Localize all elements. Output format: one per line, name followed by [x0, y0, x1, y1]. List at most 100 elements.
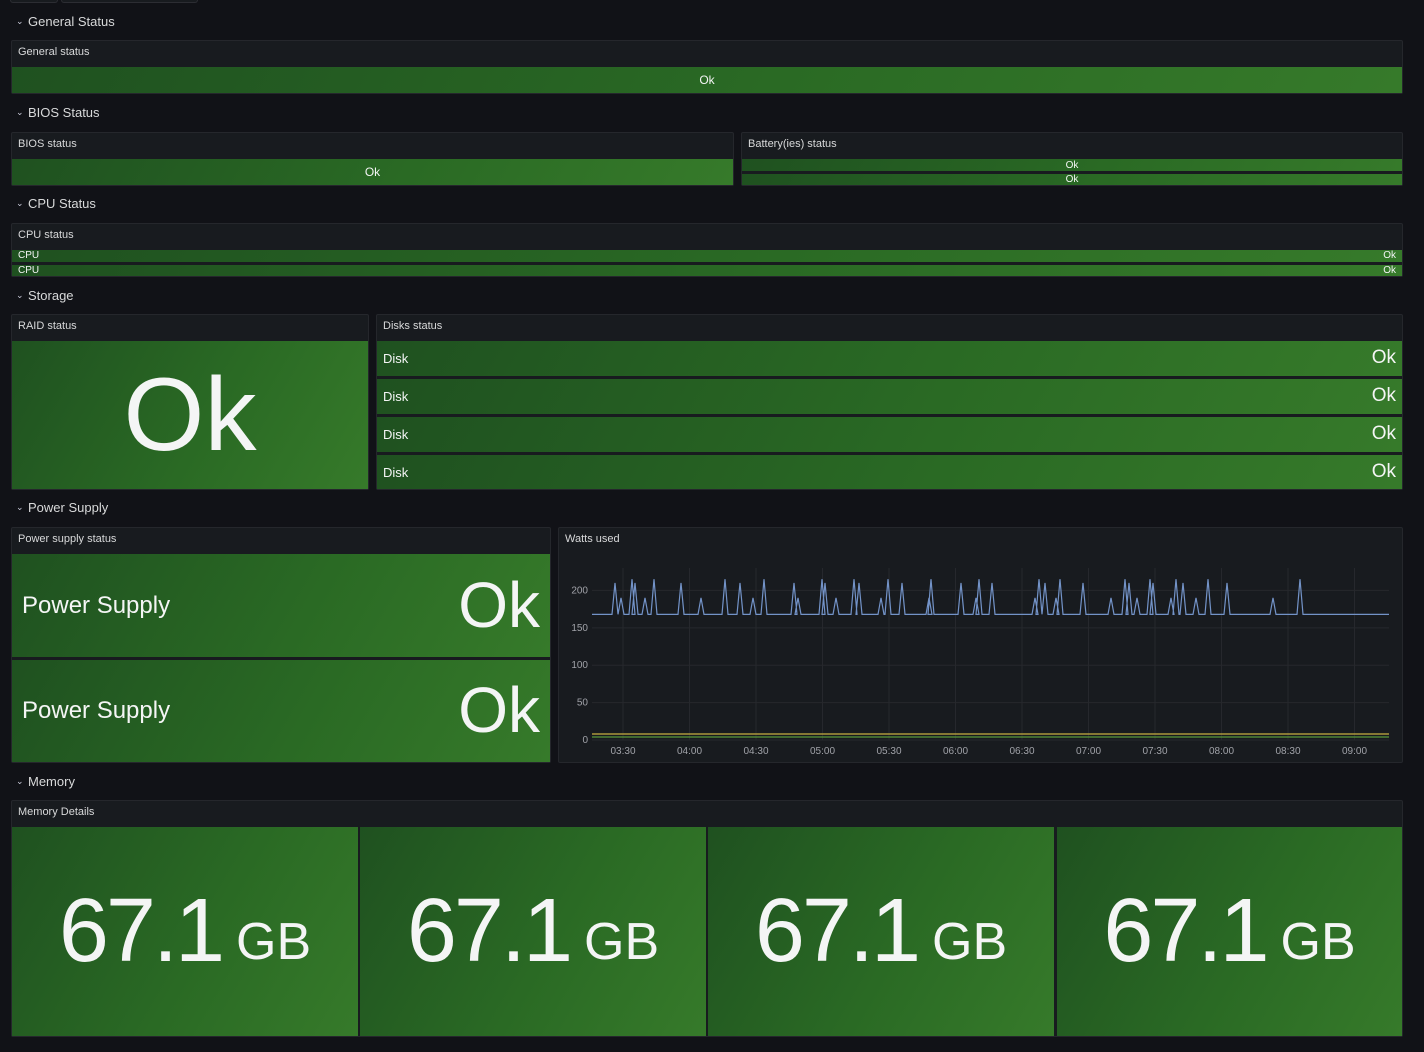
x-tick-label: 04:00 [677, 746, 702, 757]
cpu-value: Ok [1383, 265, 1396, 276]
disk-status-item: Disk Ok [377, 379, 1402, 414]
y-tick-label: 0 [582, 735, 588, 746]
row-cpu-status[interactable]: ⌄ CPU Status [16, 196, 96, 211]
power-supply-label: Power Supply [22, 592, 171, 619]
battery-status-value: Ok [742, 174, 1402, 185]
memory-item: 67.1 GB [1057, 827, 1402, 1036]
panel-title: RAID status [18, 320, 77, 332]
chevron-down-icon: ⌄ [16, 502, 24, 512]
raid-status-value: Ok [12, 341, 368, 489]
cpu-label: CPU [18, 250, 40, 261]
power-supply-value: Ok [458, 674, 540, 746]
disk-value: Ok [1371, 385, 1396, 406]
status-value: Ok [12, 67, 1402, 93]
disk-value: Ok [1371, 347, 1396, 368]
y-tick-label: 150 [571, 623, 588, 634]
chevron-down-icon: ⌄ [16, 776, 24, 786]
row-general-status[interactable]: ⌄ General Status [16, 14, 115, 29]
status-text: Ok [1065, 174, 1079, 185]
disk-label: Disk [383, 351, 409, 366]
x-tick-label: 08:30 [1275, 746, 1300, 757]
status-text: Ok [699, 73, 715, 87]
x-tick-label: 05:00 [810, 746, 835, 757]
power-supply-item: Power Supply Ok [12, 660, 550, 762]
row-title-label: Memory [28, 774, 75, 789]
cpu-value: Ok [1383, 250, 1396, 261]
disk-label: Disk [383, 389, 409, 404]
memory-unit: GB [932, 912, 1008, 971]
power-supply-label: Power Supply [22, 697, 171, 724]
x-tick-label: 06:00 [943, 746, 968, 757]
panel-memory-details: Memory Details 67.1 GB 67.1 GB 67.1 GB 6… [11, 800, 1403, 1037]
memory-value: 67.1 [58, 881, 225, 981]
row-bios-status[interactable]: ⌄ BIOS Status [16, 105, 100, 120]
chevron-down-icon: ⌄ [16, 198, 24, 208]
status-text: Ok [364, 165, 381, 179]
panel-raid-status: RAID status Ok [11, 314, 369, 490]
row-title-label: General Status [28, 14, 115, 29]
panel-title: Battery(ies) status [748, 138, 837, 150]
row-power-supply[interactable]: ⌄ Power Supply [16, 500, 108, 515]
panel-title: BIOS status [18, 138, 77, 150]
x-tick-label: 08:00 [1209, 746, 1234, 757]
power-supply-value: Ok [458, 569, 540, 641]
panel-title: CPU status [18, 229, 74, 241]
panel-disks-status: Disks status Disk Ok Disk Ok Disk Ok Dis… [376, 314, 1403, 490]
memory-value: 67.1 [406, 881, 573, 981]
panel-cpu-status: CPU status CPU Ok CPU Ok [11, 223, 1403, 277]
disk-status-item: Disk Ok [377, 455, 1402, 489]
x-tick-label: 05:30 [876, 746, 901, 757]
memory-unit: GB [1280, 912, 1356, 971]
memory-value: 67.1 [1103, 881, 1269, 981]
panel-title: Disks status [383, 320, 443, 332]
cpu-status-item: CPU Ok [12, 265, 1402, 276]
row-title-label: Power Supply [28, 500, 109, 515]
x-tick-label: 03:30 [610, 746, 635, 757]
row-title-label: BIOS Status [28, 105, 100, 120]
row-title-label: Storage [28, 288, 74, 303]
x-tick-label: 09:00 [1342, 746, 1367, 757]
panel-title: General status [18, 46, 90, 58]
panel-title: Memory Details [18, 806, 95, 818]
dashboard-control-tab[interactable] [61, 0, 198, 3]
panel-title: Power supply status [18, 533, 117, 545]
x-tick-label: 04:30 [743, 746, 768, 757]
panel-power-supply-status: Power supply status Power Supply Ok Powe… [11, 527, 551, 763]
panel-general-status: General status Ok [11, 40, 1403, 94]
panel-battery-status: Battery(ies) status Ok Ok [741, 132, 1403, 186]
panel-bios-status: BIOS status Ok [11, 132, 734, 186]
panel-watts-used: Watts used 03:30 04:00 04:30 05:00 05:30 06:0… [558, 527, 1403, 763]
memory-item: 67.1 GB [708, 827, 1054, 1036]
status-text: Ok [123, 356, 257, 473]
memory-unit: GB [236, 912, 312, 971]
y-tick-label: 50 [577, 698, 589, 709]
y-tick-label: 100 [571, 660, 588, 671]
series-line-blue [592, 579, 1389, 615]
battery-status-value: Ok [742, 159, 1402, 171]
chevron-down-icon: ⌄ [16, 16, 24, 26]
chevron-down-icon: ⌄ [16, 290, 24, 300]
disk-label: Disk [383, 427, 409, 442]
row-title-label: CPU Status [28, 196, 96, 211]
cpu-status-item: CPU Ok [12, 250, 1402, 262]
x-tick-label: 06:30 [1009, 746, 1034, 757]
watts-used-chart: 03:30 04:00 04:30 05:00 05:30 06:00 06:30 07:00… [571, 568, 1389, 757]
cpu-label: CPU [18, 265, 40, 276]
disk-status-item: Disk Ok [377, 341, 1402, 376]
row-memory[interactable]: ⌄ Memory [16, 774, 75, 789]
memory-item: 67.1 GB [360, 827, 706, 1036]
row-storage[interactable]: ⌄ Storage [16, 288, 74, 303]
disk-value: Ok [1371, 423, 1396, 444]
dashboard-control-tab[interactable] [10, 0, 58, 3]
disk-label: Disk [383, 465, 409, 480]
disk-status-item: Disk Ok [377, 417, 1402, 452]
status-text: Ok [1065, 159, 1079, 171]
x-tick-label: 07:30 [1142, 746, 1167, 757]
memory-unit: GB [584, 912, 660, 971]
chevron-down-icon: ⌄ [16, 107, 24, 117]
x-tick-label: 07:00 [1076, 746, 1101, 757]
disk-value: Ok [1371, 461, 1396, 482]
memory-value: 67.1 [754, 881, 921, 981]
y-tick-label: 200 [571, 585, 588, 596]
memory-item: 67.1 GB [12, 827, 358, 1036]
